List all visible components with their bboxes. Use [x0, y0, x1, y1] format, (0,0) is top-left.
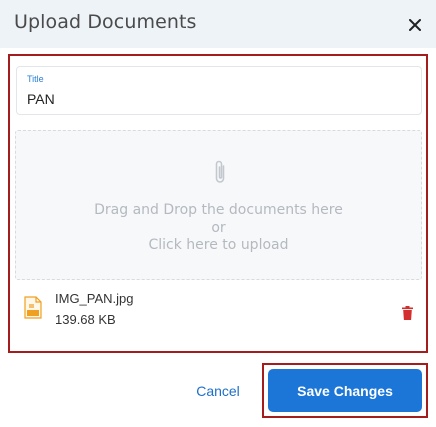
dropzone-or-text: or — [211, 220, 226, 236]
file-name: IMG_PAN.jpg — [55, 291, 134, 306]
cancel-button[interactable]: Cancel — [187, 376, 249, 406]
title-input[interactable] — [27, 91, 407, 107]
title-field[interactable]: Title — [16, 66, 422, 115]
uploaded-file-row: IMG_PAN.jpg 139.68 KB — [16, 288, 422, 330]
save-changes-button[interactable]: Save Changes — [268, 369, 422, 412]
dropzone-instruction: Drag and Drop the documents here — [94, 202, 343, 218]
delete-icon[interactable] — [402, 306, 413, 320]
close-button[interactable] — [404, 14, 426, 36]
image-file-icon — [24, 296, 42, 319]
file-dropzone[interactable]: Drag and Drop the documents here or Clic… — [15, 130, 422, 280]
title-field-label: Title — [27, 74, 44, 84]
dropzone-click-text: Click here to upload — [148, 237, 289, 253]
dialog-header: Upload Documents — [0, 0, 436, 48]
close-icon — [409, 19, 421, 31]
file-size: 139.68 KB — [55, 312, 116, 327]
upload-documents-dialog: Upload Documents Title Drag and Drop the… — [0, 0, 436, 427]
paperclip-icon — [215, 160, 225, 183]
dialog-title: Upload Documents — [14, 11, 197, 33]
